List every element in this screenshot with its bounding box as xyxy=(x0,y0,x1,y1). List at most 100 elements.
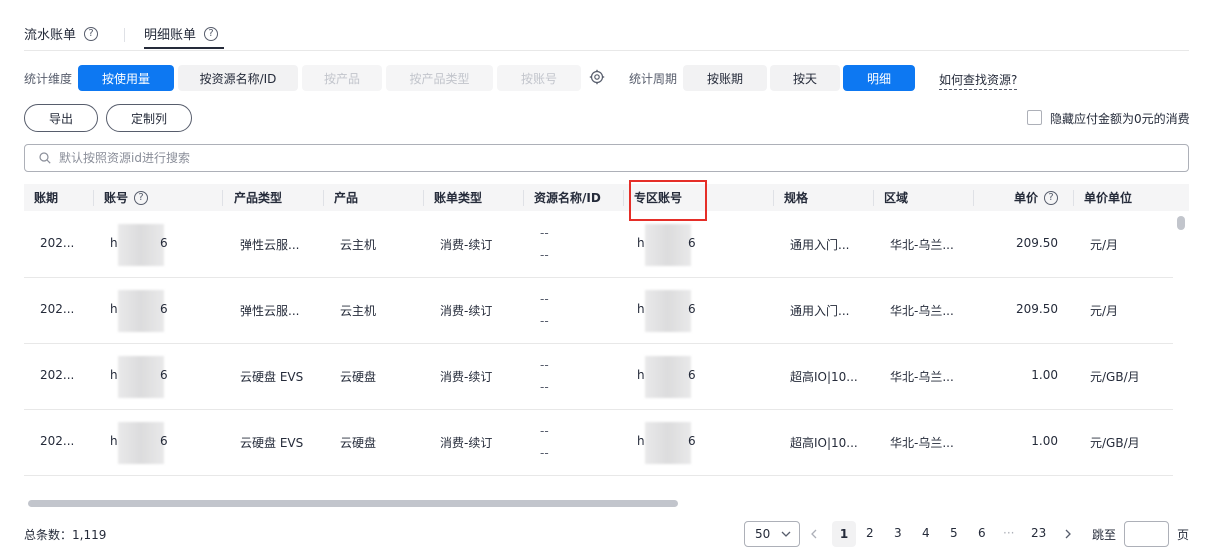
cell-price-unit: 元/月 xyxy=(1090,238,1119,252)
period-by-bill-cycle-button[interactable]: 按账期 xyxy=(683,65,767,91)
cell-account: h xyxy=(110,368,118,382)
column-header-product[interactable]: 产品 xyxy=(334,189,358,206)
cell-account: h xyxy=(110,302,118,316)
cell-spec: 通用入门... xyxy=(790,238,850,252)
page-23[interactable]: 23 xyxy=(1031,526,1046,540)
period-label: 统计周期 xyxy=(629,72,678,86)
cell-bill-type: 消费-续订 xyxy=(440,436,493,450)
cell-account-tail: 6 xyxy=(160,236,168,250)
cell-period: 202... xyxy=(40,434,75,448)
chevron-right-icon[interactable] xyxy=(1064,529,1072,539)
cell-region: 华北-乌兰... xyxy=(890,436,954,450)
cell-resource-name: -- xyxy=(540,226,549,240)
table-row[interactable]: 202... h 6 云硬盘 EVS 云硬盘 消费-续订 -- -- h 6 超… xyxy=(24,410,1173,476)
cell-region: 华北-乌兰... xyxy=(890,304,954,318)
help-icon[interactable]: ? xyxy=(134,190,149,205)
cell-zone-account-tail: 6 xyxy=(688,368,696,382)
cell-product-type: 弹性云服... xyxy=(240,304,300,318)
cell-unit-price: 1.00 xyxy=(1031,434,1058,448)
redacted-block xyxy=(118,356,164,398)
horizontal-scrollbar[interactable] xyxy=(28,500,678,507)
hide-zero-checkbox[interactable] xyxy=(1027,110,1042,125)
page-size-select[interactable]: 50 xyxy=(744,521,800,547)
column-header-region[interactable]: 区域 xyxy=(884,189,908,206)
dimension-by-usage-button[interactable]: 按使用量 xyxy=(78,65,174,91)
column-header-price-unit[interactable]: 单价单位 xyxy=(1084,189,1132,206)
tab-flow-bill-label: 流水账单 xyxy=(24,28,77,43)
cell-product: 云主机 xyxy=(340,304,377,318)
cell-account-tail: 6 xyxy=(160,434,168,448)
cell-account-tail: 6 xyxy=(160,302,168,316)
period-by-day-button[interactable]: 按天 xyxy=(770,65,840,91)
page-6[interactable]: 6 xyxy=(978,526,986,540)
period-detail-button[interactable]: 明细 xyxy=(843,65,915,91)
cell-spec: 通用入门... xyxy=(790,304,850,318)
page-ellipsis[interactable]: ··· xyxy=(1003,526,1014,540)
customize-columns-button[interactable]: 定制列 xyxy=(106,104,192,132)
search-input[interactable] xyxy=(57,150,657,166)
cell-zone-account: h xyxy=(637,368,645,382)
cell-price-unit: 元/GB/月 xyxy=(1090,436,1140,450)
table-row[interactable]: 202... h 6 弹性云服... 云主机 消费-续订 -- -- h 6 通… xyxy=(24,212,1173,278)
jump-label: 跳至 xyxy=(1092,528,1117,542)
column-header-account[interactable]: 账号? xyxy=(104,189,149,206)
column-header-bill-type[interactable]: 账单类型 xyxy=(434,189,482,206)
column-header-period[interactable]: 账期 xyxy=(34,189,58,206)
chevron-down-icon xyxy=(781,531,791,537)
cell-unit-price: 209.50 xyxy=(1016,236,1058,250)
table-row[interactable]: 202... h 6 弹性云服... 云主机 消费-续订 -- -- h 6 通… xyxy=(24,278,1173,344)
tab-flow-bill[interactable]: 流水账单 ? xyxy=(24,24,99,43)
dimension-by-product-type-button[interactable]: 按产品类型 xyxy=(386,65,493,91)
redacted-block xyxy=(118,422,164,464)
help-icon[interactable]: ? xyxy=(1044,190,1059,205)
find-resource-link[interactable]: 如何查找资源? xyxy=(939,71,1018,90)
help-icon[interactable]: ? xyxy=(204,26,219,41)
page-2[interactable]: 2 xyxy=(866,526,874,540)
cell-zone-account-tail: 6 xyxy=(688,434,696,448)
cell-zone-account-tail: 6 xyxy=(688,302,696,316)
chevron-left-icon[interactable] xyxy=(810,529,818,539)
cell-period: 202... xyxy=(40,302,75,316)
cell-unit-price: 1.00 xyxy=(1031,368,1058,382)
cell-bill-type: 消费-续订 xyxy=(440,370,493,384)
column-header-resource[interactable]: 资源名称/ID xyxy=(534,189,601,206)
page-5[interactable]: 5 xyxy=(950,526,958,540)
hide-zero-label: 隐藏应付金额为0元的消费 xyxy=(1050,112,1190,126)
cell-zone-account: h xyxy=(637,236,645,250)
tab-detail-bill[interactable]: 明细账单 ? xyxy=(144,24,219,43)
page-3[interactable]: 3 xyxy=(894,526,902,540)
column-header-unit-price[interactable]: 单价? xyxy=(1014,189,1059,206)
dimension-by-product-button[interactable]: 按产品 xyxy=(302,65,382,91)
cell-price-unit: 元/GB/月 xyxy=(1090,370,1140,384)
cell-product: 云主机 xyxy=(340,238,377,252)
page-1[interactable]: 1 xyxy=(832,521,856,547)
vertical-scrollbar[interactable] xyxy=(1177,216,1185,230)
cell-spec: 超高IO|10... xyxy=(790,370,858,384)
cell-resource-name: -- xyxy=(540,358,549,372)
cell-resource-name: -- xyxy=(540,292,549,306)
cell-unit-price: 209.50 xyxy=(1016,302,1058,316)
jump-page-input[interactable] xyxy=(1124,521,1169,547)
redacted-block xyxy=(645,290,691,332)
page-4[interactable]: 4 xyxy=(922,526,930,540)
redacted-block xyxy=(645,422,691,464)
page-suffix: 页 xyxy=(1177,528,1190,542)
help-icon[interactable]: ? xyxy=(84,26,99,41)
gear-icon[interactable] xyxy=(589,69,605,85)
cell-zone-account-tail: 6 xyxy=(688,236,696,250)
cell-period: 202... xyxy=(40,236,75,250)
cell-zone-account: h xyxy=(637,434,645,448)
search-box[interactable] xyxy=(24,144,1189,172)
cell-resource-id: -- xyxy=(540,380,549,394)
dimension-by-account-button[interactable]: 按账号 xyxy=(497,65,581,91)
dimension-by-resource-button[interactable]: 按资源名称/ID xyxy=(178,65,298,91)
cell-product: 云硬盘 xyxy=(340,370,377,384)
column-header-product-type[interactable]: 产品类型 xyxy=(234,189,282,206)
tabs-divider xyxy=(24,50,1189,51)
active-tab-indicator xyxy=(144,47,224,49)
export-button[interactable]: 导出 xyxy=(24,104,98,132)
column-header-spec[interactable]: 规格 xyxy=(784,189,808,206)
cell-bill-type: 消费-续订 xyxy=(440,304,493,318)
cell-bill-type: 消费-续订 xyxy=(440,238,493,252)
table-row[interactable]: 202... h 6 云硬盘 EVS 云硬盘 消费-续订 -- -- h 6 超… xyxy=(24,344,1173,410)
